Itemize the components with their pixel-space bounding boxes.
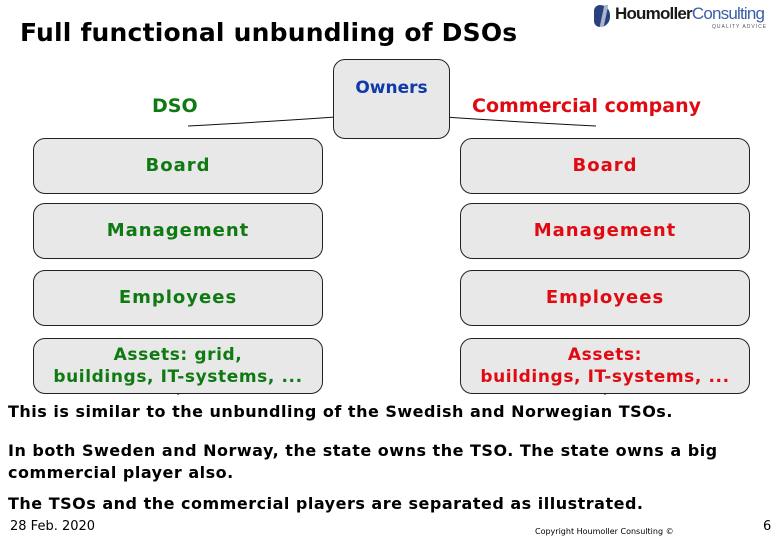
- body-paragraph-1: This is similar to the unbundling of the…: [8, 402, 673, 421]
- body-paragraph-2: In both Sweden and Norway, the state own…: [8, 441, 718, 482]
- dso-assets-box: Assets: grid, buildings, IT-systems, ...: [33, 338, 323, 394]
- body-paragraph-3: The TSOs and the commercial players are …: [8, 494, 644, 513]
- dso-employees-box: Employees: [33, 270, 323, 326]
- commercial-company-heading: Commercial company: [472, 95, 702, 117]
- footer-copyright: Copyright Houmoller Consulting ©: [535, 527, 674, 536]
- dso-heading: DSO: [152, 95, 198, 117]
- dso-management-box: Management: [33, 203, 323, 259]
- owners-box: Owners: [333, 59, 450, 139]
- dso-board-box: Board: [33, 138, 323, 194]
- page-number: 6: [763, 519, 772, 534]
- commercial-management-box: Management: [460, 203, 750, 259]
- commercial-employees-box: Employees: [460, 270, 750, 326]
- commercial-board-box: Board: [460, 138, 750, 194]
- commercial-assets-box: Assets: buildings, IT-systems, ...: [460, 338, 750, 394]
- footer-date: 28 Feb. 2020: [10, 519, 96, 534]
